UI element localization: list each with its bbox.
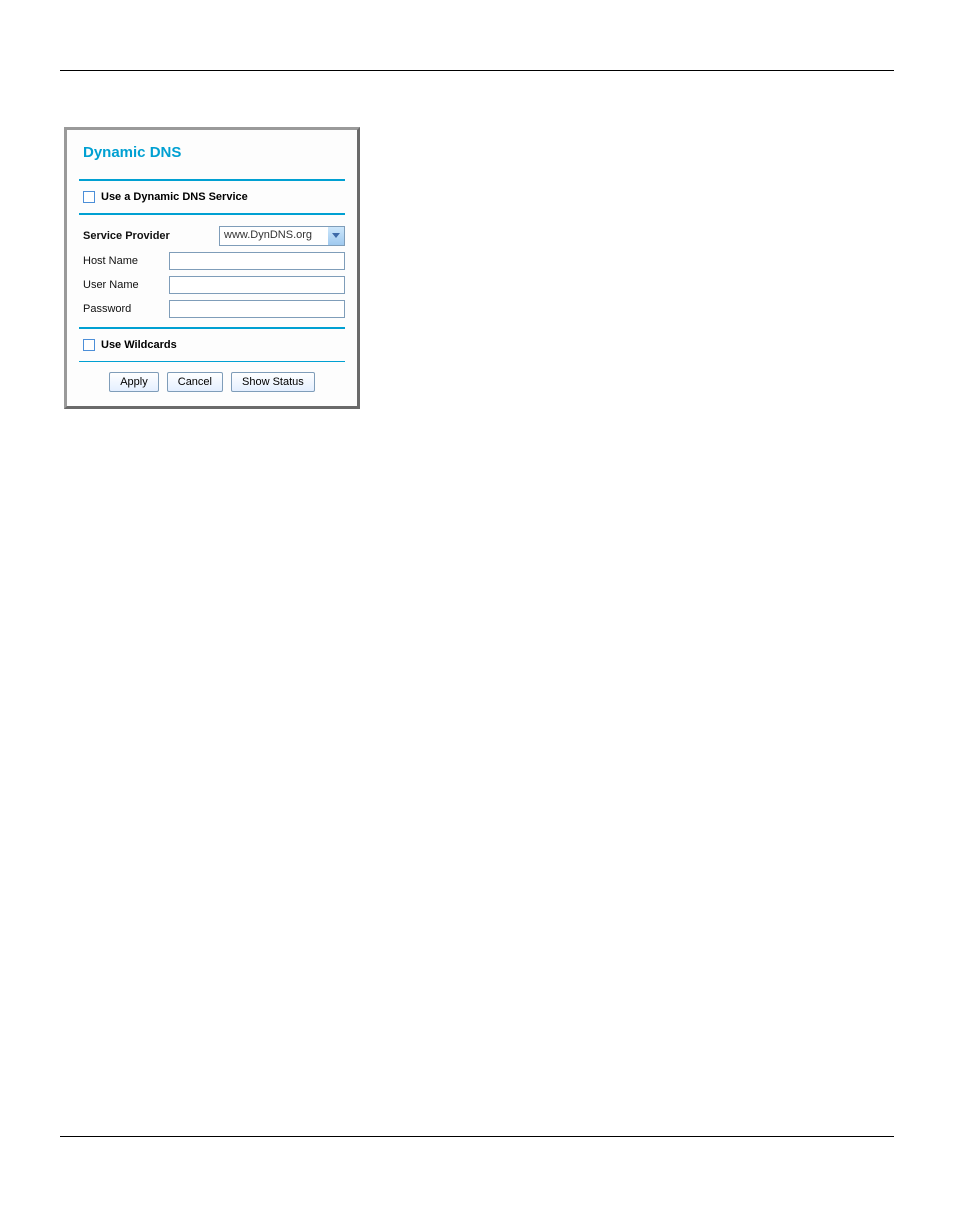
password-input[interactable] [169, 300, 345, 318]
cancel-button[interactable]: Cancel [167, 372, 223, 392]
provider-section: Service Provider www.DynDNS.org Host Nam… [79, 215, 345, 327]
apply-button[interactable]: Apply [109, 372, 159, 392]
service-provider-value: www.DynDNS.org [220, 227, 328, 245]
show-status-button[interactable]: Show Status [231, 372, 315, 392]
host-name-input[interactable] [169, 252, 345, 270]
service-provider-select[interactable]: www.DynDNS.org [219, 226, 345, 246]
page: Dynamic DNS Use a Dynamic DNS Service Se… [0, 70, 954, 1215]
user-name-label: User Name [83, 279, 169, 291]
user-name-row: User Name [83, 273, 345, 297]
use-wildcards-checkbox[interactable] [83, 339, 95, 351]
password-label: Password [83, 303, 169, 315]
use-dynamic-dns-label: Use a Dynamic DNS Service [101, 191, 248, 203]
service-provider-row: Service Provider www.DynDNS.org [83, 223, 345, 249]
use-service-section: Use a Dynamic DNS Service [79, 181, 345, 213]
user-name-input[interactable] [169, 276, 345, 294]
service-provider-label: Service Provider [83, 230, 170, 242]
page-divider-top [60, 70, 894, 71]
host-name-label: Host Name [83, 255, 169, 267]
page-divider-bottom [60, 1136, 894, 1137]
host-name-row: Host Name [83, 249, 345, 273]
password-row: Password [83, 297, 345, 321]
chevron-down-icon [328, 227, 344, 245]
wildcards-section: Use Wildcards [79, 329, 345, 361]
panel-title: Dynamic DNS [79, 138, 345, 179]
use-wildcards-label: Use Wildcards [101, 339, 177, 351]
dynamic-dns-panel: Dynamic DNS Use a Dynamic DNS Service Se… [64, 127, 360, 409]
use-dynamic-dns-checkbox[interactable] [83, 191, 95, 203]
button-row: Apply Cancel Show Status [79, 362, 345, 392]
